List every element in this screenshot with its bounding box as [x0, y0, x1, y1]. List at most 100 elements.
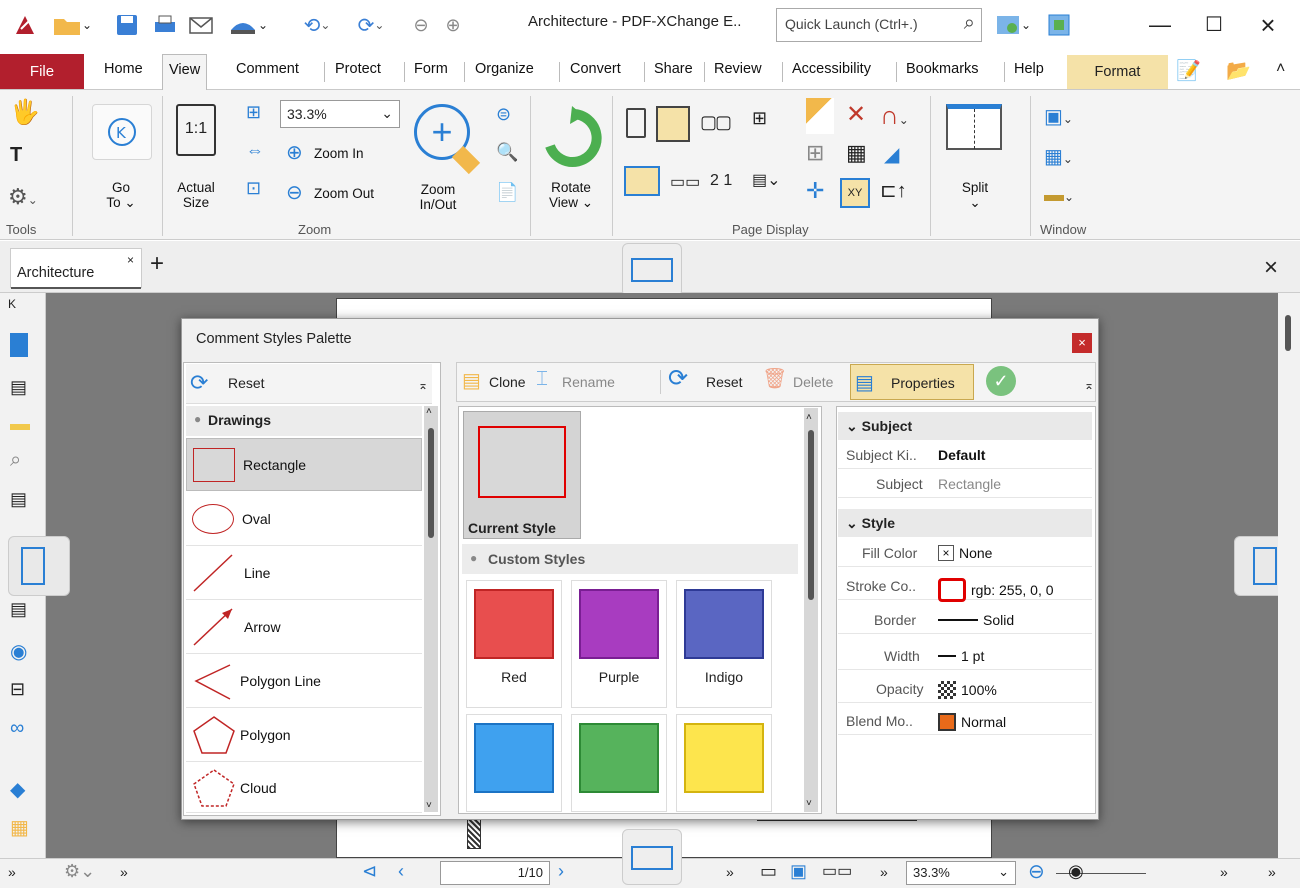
fullscreen-icon[interactable]: [1044, 10, 1074, 40]
tab-help[interactable]: Help: [1014, 61, 1044, 77]
tab-protect[interactable]: Protect: [335, 61, 381, 77]
minimize-button[interactable]: —: [1140, 8, 1180, 42]
tab-accessibility[interactable]: Accessibility: [792, 61, 871, 77]
rename-icon[interactable]: ⌶: [536, 368, 548, 391]
zoom-slider-thumb[interactable]: ◉: [1068, 861, 1084, 882]
tab-review[interactable]: Review: [714, 61, 762, 77]
status-more2-icon[interactable]: »: [120, 864, 128, 880]
status-zoom-out-icon[interactable]: ⊖: [1028, 859, 1045, 884]
page-layout-more-icon[interactable]: ▤⌄: [752, 170, 781, 190]
list-item-polygon[interactable]: Polygon: [186, 709, 422, 762]
select-text-icon[interactable]: T: [10, 144, 22, 167]
page-size-icon[interactable]: ⊏↑: [880, 178, 907, 203]
fit-visible-icon[interactable]: ⊡: [246, 178, 261, 199]
rename-button[interactable]: Rename: [562, 374, 615, 390]
two-continuous-icon[interactable]: ⊞: [752, 108, 767, 129]
prop-stroke-color[interactable]: Stroke Co.. rgb: 255, 0, 0: [838, 572, 1092, 602]
thumbnails-icon[interactable]: ▤: [10, 377, 27, 398]
reset-styles-icon[interactable]: ⟳: [668, 364, 688, 393]
grid-icon[interactable]: ⊞: [806, 140, 824, 166]
style-section[interactable]: ⌄ Style: [838, 509, 1092, 537]
close-tab-icon[interactable]: ×: [127, 253, 134, 267]
redo-icon[interactable]: ⟳ ⌄: [346, 10, 396, 40]
list-item-polygon-line[interactable]: Polygon Line: [186, 655, 422, 708]
edit-doc-icon[interactable]: 📝: [1176, 58, 1201, 83]
collapse-ribbon-icon[interactable]: ˄: [1276, 60, 1285, 78]
status-zoom-select[interactable]: 33.3% ⌄: [906, 861, 1016, 885]
reset-icon[interactable]: ⟳: [190, 370, 208, 396]
print-icon[interactable]: [150, 10, 180, 40]
grid-scroll-up-icon[interactable]: ˄: [806, 412, 812, 423]
settings-icon[interactable]: ⌄: [988, 10, 1038, 40]
status-settings-icon[interactable]: ⚙⌄: [64, 861, 95, 882]
page-number-input[interactable]: 1/10: [440, 861, 550, 885]
list-item-rectangle[interactable]: Rectangle: [186, 438, 422, 491]
left-panel-toggle[interactable]: [8, 536, 70, 596]
properties-toggle[interactable]: ▤ Properties: [850, 364, 974, 400]
scan-icon[interactable]: ⌄: [224, 10, 272, 40]
dynamic-zoom-icon[interactable]: ⊜: [496, 104, 511, 125]
open-folder-icon[interactable]: ⌄: [52, 10, 92, 40]
tab-file[interactable]: File: [0, 54, 84, 89]
rulers-icon[interactable]: [806, 98, 834, 134]
list-scroll-up-icon[interactable]: ˄: [426, 406, 432, 417]
clone-icon[interactable]: ▤: [462, 368, 481, 393]
edit-folder-icon[interactable]: 📂: [1226, 58, 1251, 83]
delete-button[interactable]: Delete: [793, 374, 833, 390]
dialog-close-button[interactable]: ×: [1072, 333, 1092, 353]
goto-button-frame[interactable]: K: [92, 104, 152, 160]
prop-blend-mode[interactable]: Blend Mo.. Normal: [838, 707, 1092, 735]
prop-subject[interactable]: Subject Rectangle: [838, 470, 1092, 498]
status-more6-icon[interactable]: »: [1268, 864, 1276, 880]
transparency-grid-icon[interactable]: ▦: [846, 140, 867, 166]
structure-icon[interactable]: ⊟: [10, 679, 25, 700]
tab-comment[interactable]: Comment: [236, 61, 299, 77]
fields-icon[interactable]: ▤: [10, 599, 27, 620]
new-window-icon[interactable]: ▣⌄: [1044, 104, 1073, 129]
swatch-unnamed-5[interactable]: [676, 714, 772, 812]
close-button[interactable]: ×: [1248, 8, 1288, 42]
fit-width-icon[interactable]: ⇔: [246, 140, 264, 161]
status-more3-icon[interactable]: »: [726, 864, 734, 880]
snap-icon[interactable]: ∩⌄: [880, 100, 909, 131]
grid-scrollbar-thumb[interactable]: [808, 430, 814, 600]
prop-width[interactable]: Width 1 pt: [838, 642, 1092, 670]
prop-fill-color[interactable]: Fill Color × None: [838, 539, 1092, 567]
attachments-icon[interactable]: ⌕: [10, 449, 21, 472]
list-scroll-down-icon[interactable]: ˅: [426, 800, 432, 811]
two-page-icon[interactable]: ▢▢: [700, 112, 732, 133]
list-scrollbar-thumb[interactable]: [428, 428, 434, 538]
tags-icon[interactable]: ◆: [10, 777, 25, 802]
bookmarks-icon[interactable]: [10, 333, 28, 357]
document-tab[interactable]: Architecture ×: [10, 248, 142, 289]
tab-form[interactable]: Form: [414, 61, 448, 77]
zoom-out-button[interactable]: Zoom Out: [314, 186, 374, 201]
zoom-inout-label[interactable]: Zoom In/Out: [418, 182, 458, 212]
zoom-out-icon[interactable]: ⊖: [286, 180, 303, 205]
top-panel-toggle[interactable]: [622, 243, 682, 297]
status-more4-icon[interactable]: »: [880, 864, 888, 880]
prop-opacity[interactable]: Opacity 100%: [838, 675, 1092, 703]
list-reset-button[interactable]: Reset: [228, 375, 265, 391]
swatch-indigo[interactable]: Indigo: [676, 580, 772, 708]
arrange-icon[interactable]: ▦⌄: [1044, 144, 1073, 169]
forward-icon[interactable]: ⊕: [440, 10, 466, 40]
swatch-red[interactable]: Red: [466, 580, 562, 708]
maximize-button[interactable]: ☐: [1194, 8, 1234, 42]
tab-organize[interactable]: Organize: [475, 61, 534, 77]
measurement-icon[interactable]: ✕: [846, 100, 866, 129]
split-label[interactable]: Split ⌄: [955, 180, 995, 210]
comments-icon[interactable]: ▬: [10, 413, 30, 436]
swatch-purple[interactable]: Purple: [571, 580, 667, 708]
tab-bookmarks[interactable]: Bookmarks: [906, 61, 979, 77]
actual-size-label[interactable]: Actual Size: [170, 180, 222, 210]
tab-format[interactable]: Format: [1067, 55, 1168, 89]
pencil-color-icon[interactable]: ◢: [884, 142, 899, 167]
undo-icon[interactable]: ⟲ ⌄: [292, 10, 342, 40]
list-item-cloud[interactable]: Cloud: [186, 763, 422, 813]
prop-subject-kind[interactable]: Subject Ki.. Default: [838, 441, 1092, 469]
prev-page-icon[interactable]: ‹: [398, 861, 404, 882]
links-icon[interactable]: ∞: [10, 717, 24, 740]
save-icon[interactable]: [112, 10, 142, 40]
list-item-arrow[interactable]: Arrow: [186, 601, 422, 654]
